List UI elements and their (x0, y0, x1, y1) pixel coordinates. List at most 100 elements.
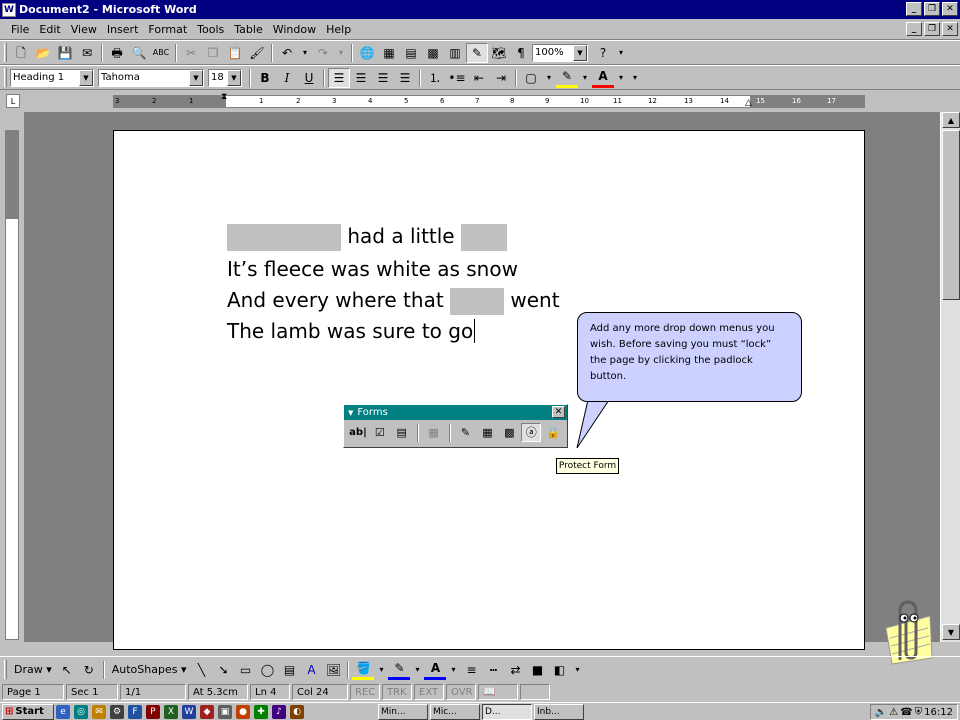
arrow-style-icon[interactable]: ⇄ (504, 660, 526, 680)
menu-edit[interactable]: Edit (34, 23, 65, 36)
quicklaunch-icon[interactable]: ◆ (200, 704, 214, 719)
text-line-3[interactable]: And every where that went (227, 288, 560, 315)
menu-insert[interactable]: Insert (102, 23, 144, 36)
redo-icon[interactable]: ↷ (312, 43, 334, 63)
tray-icon[interactable]: ⛨ (915, 707, 923, 718)
save-icon[interactable]: 💾 (54, 43, 76, 63)
insert-table-icon[interactable]: ▤ (400, 43, 422, 63)
cut-icon[interactable]: ✂ (180, 43, 202, 63)
print-icon[interactable]: 🖶 (106, 43, 128, 63)
insert-excel-icon[interactable]: ▩ (422, 43, 444, 63)
checkbox-form-field-icon[interactable]: ☑ (370, 423, 390, 442)
rectangle-icon[interactable]: ▭ (234, 660, 256, 680)
drawing-icon[interactable]: ✎ (466, 42, 488, 63)
quicklaunch-icon[interactable]: ● (236, 704, 250, 719)
status-rec[interactable]: REC (350, 684, 380, 700)
draw-table-icon[interactable]: ✎ (456, 423, 476, 442)
email-icon[interactable]: ✉ (76, 43, 98, 63)
right-indent-marker-icon[interactable]: △ (745, 98, 752, 108)
paste-icon[interactable]: 📋 (224, 43, 246, 63)
open-icon[interactable]: 📂 (32, 43, 54, 63)
form-field-shading-icon[interactable]: ⓐ (521, 423, 542, 442)
menu-view[interactable]: View (66, 23, 102, 36)
border-icon[interactable]: ▢ (520, 68, 542, 88)
word-icon[interactable]: W (2, 2, 16, 17)
decrease-indent-icon[interactable]: ⇤ (468, 68, 490, 88)
insert-frame-icon[interactable]: ▩ (499, 423, 519, 442)
line-color-dropdown-icon[interactable]: ▾ (410, 660, 424, 680)
more-buttons-icon[interactable]: ▾ (614, 43, 628, 63)
form-field-animal[interactable] (460, 224, 507, 251)
toolbar-menu-icon[interactable]: ▼ (348, 409, 353, 417)
format-painter-icon[interactable]: 🖌 (246, 43, 268, 63)
clock[interactable]: 16:12 (924, 707, 953, 718)
forms-toolbar[interactable]: ▼ Forms ✕ ab| ☑ ▤ ▦ ✎ ▦ ▩ ⓐ 🔒 (343, 404, 568, 448)
new-icon[interactable]: 🗋 (10, 43, 32, 63)
undo-dropdown-icon[interactable]: ▾ (298, 43, 312, 63)
oval-icon[interactable]: ◯ (256, 660, 278, 680)
autoshapes-menu-button[interactable]: AutoShapes ▾ (108, 663, 191, 676)
tables-borders-icon[interactable]: ▦ (378, 43, 400, 63)
quicklaunch-icon[interactable]: P (146, 704, 160, 719)
doc-restore-button[interactable]: ❐ (924, 22, 940, 36)
font-select[interactable]: Tahoma ▼ (98, 68, 204, 87)
font-color-dropdown-icon[interactable]: ▾ (614, 68, 628, 88)
close-button[interactable]: ✕ (942, 2, 958, 16)
toolbar-grip[interactable] (4, 43, 7, 62)
justify-icon[interactable]: ☰ (394, 68, 416, 88)
menu-file[interactable]: File (6, 23, 34, 36)
quicklaunch-icon[interactable]: W (182, 704, 196, 719)
quicklaunch-icon[interactable]: ▣ (218, 704, 232, 719)
free-rotate-icon[interactable]: ↻ (78, 660, 100, 680)
help-icon[interactable]: ? (592, 43, 614, 63)
text-box-icon[interactable]: ▤ (278, 660, 300, 680)
line-icon[interactable]: ╲ (190, 660, 212, 680)
spelling-icon[interactable]: ABC (150, 43, 172, 63)
style-select[interactable]: Heading 1 ▼ (10, 68, 94, 87)
tray-icon[interactable]: ⚠ (889, 707, 898, 718)
arrow-icon[interactable]: ➘ (212, 660, 234, 680)
chevron-down-icon[interactable]: ▼ (79, 69, 93, 86)
taskbar-task-active[interactable]: D... (482, 703, 532, 720)
taskbar-task[interactable]: Inb... (534, 703, 584, 720)
line-color-icon[interactable]: ✎ (388, 660, 411, 680)
status-trk[interactable]: TRK (382, 684, 412, 700)
3d-icon[interactable]: ◧ (548, 660, 570, 680)
fill-color-icon[interactable]: 🪣 (352, 660, 375, 680)
bold-button[interactable]: B (254, 68, 276, 88)
status-ovr[interactable]: OVR (446, 684, 476, 700)
taskbar-task[interactable]: Mic... (430, 703, 480, 720)
align-left-icon[interactable]: ☰ (328, 67, 350, 88)
menu-format[interactable]: Format (143, 23, 192, 36)
dropdown-form-field-icon[interactable]: ▤ (392, 423, 412, 442)
form-field-pronoun[interactable] (450, 288, 505, 315)
tray-icon[interactable]: ☎ (900, 707, 912, 718)
hyperlink-icon[interactable]: 🌐 (356, 43, 378, 63)
redo-dropdown-icon[interactable]: ▾ (334, 43, 348, 63)
spelling-status-icon[interactable]: 📖 (478, 684, 518, 700)
chevron-down-icon[interactable]: ▼ (573, 44, 587, 61)
doc-close-button[interactable]: ✕ (942, 22, 958, 36)
chevron-down-icon[interactable]: ▼ (227, 69, 241, 86)
line-style-icon[interactable]: ≡ (460, 660, 482, 680)
select-objects-icon[interactable]: ↖ (56, 660, 78, 680)
minimize-button[interactable]: _ (906, 2, 922, 16)
numbering-icon[interactable]: ⒈ (424, 68, 446, 88)
italic-button[interactable]: I (276, 68, 298, 88)
more-buttons-icon[interactable]: ▾ (570, 660, 584, 680)
zoom-select[interactable]: 100% ▼ (532, 43, 588, 62)
toolbar-grip[interactable] (4, 68, 7, 87)
shadow-icon[interactable]: ■ (526, 660, 548, 680)
font-color-icon[interactable]: A (424, 660, 447, 680)
show-hide-icon[interactable]: ¶ (510, 43, 532, 63)
clip-art-icon[interactable]: 🖼 (322, 660, 344, 680)
vertical-scrollbar[interactable]: ▲ ▼ (940, 112, 960, 642)
taskbar-task[interactable]: Min... (378, 703, 428, 720)
more-buttons-icon[interactable]: ▾ (628, 68, 642, 88)
menu-tools[interactable]: Tools (192, 23, 229, 36)
quicklaunch-icon[interactable]: ⚙ (110, 704, 124, 719)
quicklaunch-icon[interactable]: ◐ (290, 704, 304, 719)
text-line-4[interactable]: The lamb was sure to go​ (227, 319, 476, 343)
bullets-icon[interactable]: •≡ (446, 68, 468, 88)
undo-icon[interactable]: ↶ (276, 43, 298, 63)
